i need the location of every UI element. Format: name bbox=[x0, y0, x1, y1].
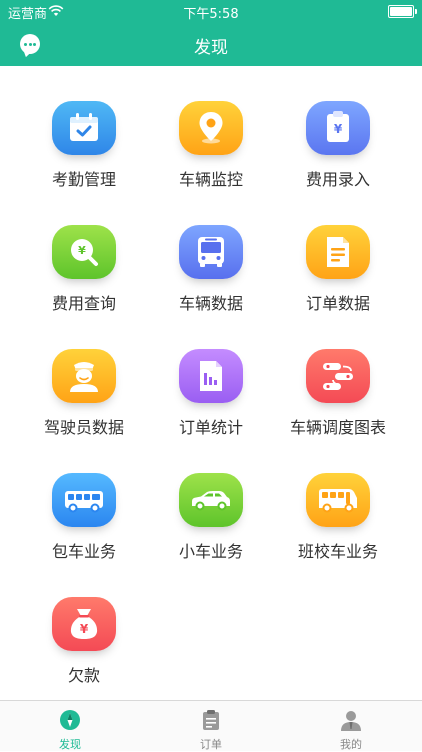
tab-orders[interactable]: 订单 bbox=[141, 701, 281, 751]
clipboard-yen-icon: ¥ bbox=[306, 101, 370, 155]
feature-label: 包车业务 bbox=[51, 542, 116, 561]
status-bar: 运营商 下午5:58 bbox=[0, 0, 422, 22]
document-icon bbox=[306, 225, 370, 279]
clipboard-icon bbox=[203, 710, 219, 730]
feature-attendance[interactable]: 考勤管理 bbox=[14, 66, 154, 190]
feature-order-stats[interactable]: 订单统计 bbox=[141, 314, 281, 438]
profile-icon bbox=[341, 711, 361, 731]
car-icon bbox=[179, 473, 243, 527]
feature-label: 小车业务 bbox=[178, 542, 243, 561]
feature-expense-query[interactable]: ¥ 费用查询 bbox=[14, 190, 154, 314]
tab-profile[interactable]: 我的 bbox=[281, 701, 421, 751]
svg-text:¥: ¥ bbox=[78, 244, 86, 257]
coach-bus-icon bbox=[52, 473, 116, 527]
location-pin-icon bbox=[179, 101, 243, 155]
feature-vehicle-data[interactable]: 车辆数据 bbox=[141, 190, 281, 314]
feature-school-bus-business[interactable]: 班校车业务 bbox=[268, 438, 408, 562]
feature-vehicle-monitor[interactable]: 车辆监控 bbox=[141, 66, 281, 190]
nav-bar: 发现 bbox=[0, 22, 422, 66]
feature-label: 班校车业务 bbox=[297, 542, 378, 561]
bar-chart-doc-icon bbox=[179, 349, 243, 403]
status-time: 下午5:58 bbox=[183, 7, 239, 22]
tab-bar: 发现 订单 我的 bbox=[0, 700, 422, 751]
feature-label: 订单数据 bbox=[305, 294, 370, 313]
money-bag-icon: ¥ bbox=[52, 597, 116, 651]
battery-icon bbox=[388, 5, 417, 18]
feature-label: 车辆调度图表 bbox=[289, 418, 386, 437]
yen-search-icon: ¥ bbox=[52, 225, 116, 279]
feature-order-data[interactable]: 订单数据 bbox=[268, 190, 408, 314]
tab-discover[interactable]: 发现 bbox=[0, 701, 140, 751]
svg-text:¥: ¥ bbox=[334, 122, 343, 136]
calendar-check-icon bbox=[52, 101, 116, 155]
feature-dispatch-chart[interactable]: 车辆调度图表 bbox=[268, 314, 408, 438]
feature-expense-entry[interactable]: ¥ 费用录入 bbox=[268, 66, 408, 190]
feature-label: 考勤管理 bbox=[51, 170, 116, 189]
schedule-flow-icon bbox=[306, 349, 370, 403]
feature-driver-data[interactable]: 驾驶员数据 bbox=[14, 314, 154, 438]
feature-arrears[interactable]: ¥ 欠款 bbox=[14, 562, 154, 686]
feature-label: 订单统计 bbox=[178, 418, 243, 437]
feature-label: 费用录入 bbox=[305, 170, 370, 189]
feature-small-car-business[interactable]: 小车业务 bbox=[141, 438, 281, 562]
page-title: 发现 bbox=[194, 38, 228, 58]
driver-icon bbox=[52, 349, 116, 403]
feature-label: 驾驶员数据 bbox=[43, 418, 124, 437]
school-bus-icon bbox=[306, 473, 370, 527]
feature-charter-business[interactable]: 包车业务 bbox=[14, 438, 154, 562]
svg-text:¥: ¥ bbox=[80, 622, 89, 636]
feature-label: 车辆监控 bbox=[178, 170, 243, 189]
compass-icon bbox=[60, 710, 80, 730]
feature-label: 车辆数据 bbox=[178, 294, 243, 313]
feature-label: 欠款 bbox=[67, 666, 100, 685]
feature-label: 费用查询 bbox=[51, 294, 116, 313]
bus-front-icon bbox=[179, 225, 243, 279]
